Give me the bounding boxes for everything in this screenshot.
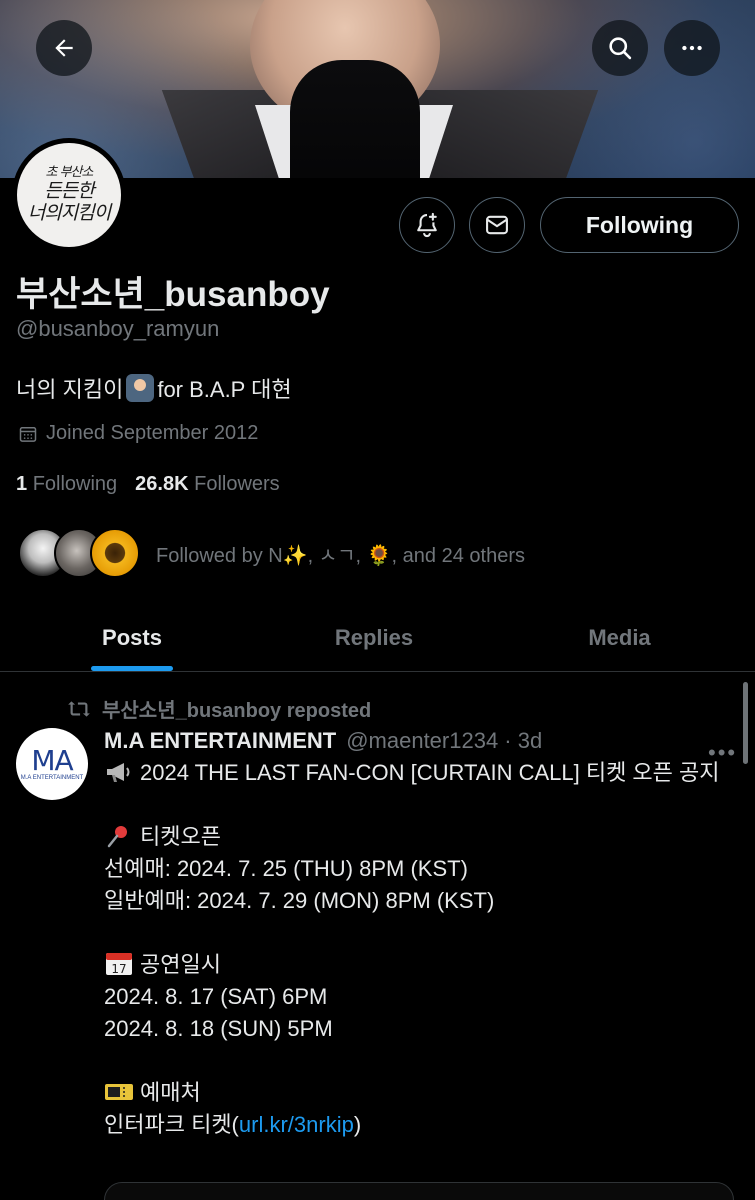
megaphone-icon — [107, 763, 130, 782]
post-header: M.A ENTERTAINMENT @maenter1234 · 3d — [104, 728, 543, 754]
bio-text: for B.A.P 대현 — [157, 377, 292, 402]
message-button[interactable] — [469, 197, 525, 253]
followers-label: Followers — [194, 473, 280, 495]
svg-text:17: 17 — [111, 962, 126, 976]
avatar-logo-subtext: M.A ENTERTAINMENT — [20, 775, 84, 781]
joined-text: Joined September 2012 — [46, 422, 259, 444]
tab-label: Posts — [102, 624, 162, 650]
post-line: 티켓오픈 — [104, 821, 734, 853]
active-tab-indicator — [91, 666, 173, 671]
post-line-text: ) — [353, 1112, 362, 1137]
display-name: 부산소년_busanboy — [16, 275, 330, 314]
following-count: 1 — [16, 473, 28, 495]
post-line-text: 2024. 8. 18 (SUN) 5PM — [104, 1016, 333, 1041]
more-horizontal-icon — [682, 45, 702, 51]
followed-by-row[interactable]: Followed by N✨, ㅅㄱ, 🌻, and 24 others — [18, 528, 525, 578]
post-line-text: 2024. 8. 17 (SAT) 6PM — [104, 984, 328, 1009]
bio-text: 너의 지킴이 — [16, 377, 124, 402]
person-emoji-icon — [126, 374, 155, 402]
post-line-text: 2024 THE LAST FAN-CON [CURTAIN CALL] 티켓 … — [140, 760, 720, 785]
repost-label: 부산소년_busanboy reposted — [102, 700, 372, 722]
follower-avatar — [90, 528, 140, 578]
avatar-text-line: 초 부산소 — [45, 165, 94, 180]
ticket-link[interactable]: url.kr/3nrkip — [239, 1112, 354, 1137]
post-line-text: 공연일시 — [140, 952, 221, 977]
followers-count: 26.8K — [135, 473, 189, 495]
post-author-handle[interactable]: @maenter1234 — [346, 728, 498, 753]
profile-bio: 너의 지킴이 for B.A.P 대현 — [16, 372, 292, 404]
post-media[interactable] — [104, 1182, 734, 1200]
profile-avatar[interactable]: 초 부산소 든든한 너의지킴이 — [12, 138, 126, 252]
more-options-button[interactable] — [664, 20, 720, 76]
profile-tabs: Posts Replies Media — [0, 604, 755, 672]
post-line-text: 일반예매: 2024. 7. 29 (MON) 8PM (KST) — [104, 888, 495, 913]
search-button[interactable] — [592, 20, 648, 76]
post-time[interactable]: 3d — [518, 728, 542, 753]
post-text: 2024 THE LAST FAN-CON [CURTAIN CALL] 티켓 … — [104, 757, 734, 1141]
tab-label: Replies — [334, 624, 414, 650]
calendar-icon — [19, 426, 37, 442]
tab-replies[interactable]: Replies — [264, 604, 484, 671]
pushpin-icon — [107, 826, 127, 848]
post-line: 예매처 — [104, 1077, 734, 1109]
repost-indicator: 부산소년_busanboy reposted — [66, 694, 371, 723]
bell-plus-icon — [417, 212, 437, 238]
post-line: 2024 THE LAST FAN-CON [CURTAIN CALL] 티켓 … — [104, 757, 734, 789]
mail-icon — [486, 215, 508, 235]
followers-link[interactable]: 26.8K Followers — [135, 473, 280, 496]
joined-date: Joined September 2012 — [18, 422, 258, 445]
scrollbar[interactable] — [743, 682, 748, 764]
follow-stats: 1 Following 26.8K Followers — [16, 473, 280, 496]
following-label: Following — [32, 473, 118, 495]
ticket-icon — [105, 1084, 133, 1100]
post-author-name[interactable]: M.A ENTERTAINMENT — [104, 728, 336, 754]
tab-media[interactable]: Media — [484, 604, 755, 671]
avatar-text-line: 든든한 — [44, 180, 94, 202]
arrow-left-icon — [55, 39, 73, 57]
notifications-button[interactable] — [399, 197, 455, 253]
post-line-text: 예매처 — [140, 1080, 201, 1105]
avatar-logo-text: MA — [31, 744, 73, 777]
search-icon — [609, 37, 632, 60]
following-button[interactable]: Following — [540, 197, 739, 253]
calendar-emoji-icon: 17 — [106, 953, 132, 976]
profile-banner[interactable] — [0, 0, 755, 178]
followed-by-text: Followed by N✨, ㅅㄱ, 🌻, and 24 others — [156, 544, 525, 567]
back-button[interactable] — [36, 20, 92, 76]
post-line: 인터파크 티켓(url.kr/3nrkip) — [104, 1109, 734, 1141]
following-link[interactable]: 1 Following — [16, 473, 117, 496]
post-author-avatar[interactable]: MA M.A ENTERTAINMENT — [16, 728, 88, 800]
post-line-text: 선예매: 2024. 7. 25 (THU) 8PM (KST) — [104, 856, 468, 881]
repost-icon — [68, 700, 90, 717]
avatar-text-line: 너의지킴이 — [27, 202, 111, 224]
tab-label: Media — [588, 624, 651, 650]
post-line-text: 티켓오픈 — [140, 824, 221, 849]
post-line: 17 공연일시 — [104, 949, 734, 981]
user-handle: @busanboy_ramyun — [16, 316, 220, 341]
post-line-text: 인터파크 티켓( — [104, 1112, 239, 1137]
tab-posts[interactable]: Posts — [0, 604, 264, 671]
